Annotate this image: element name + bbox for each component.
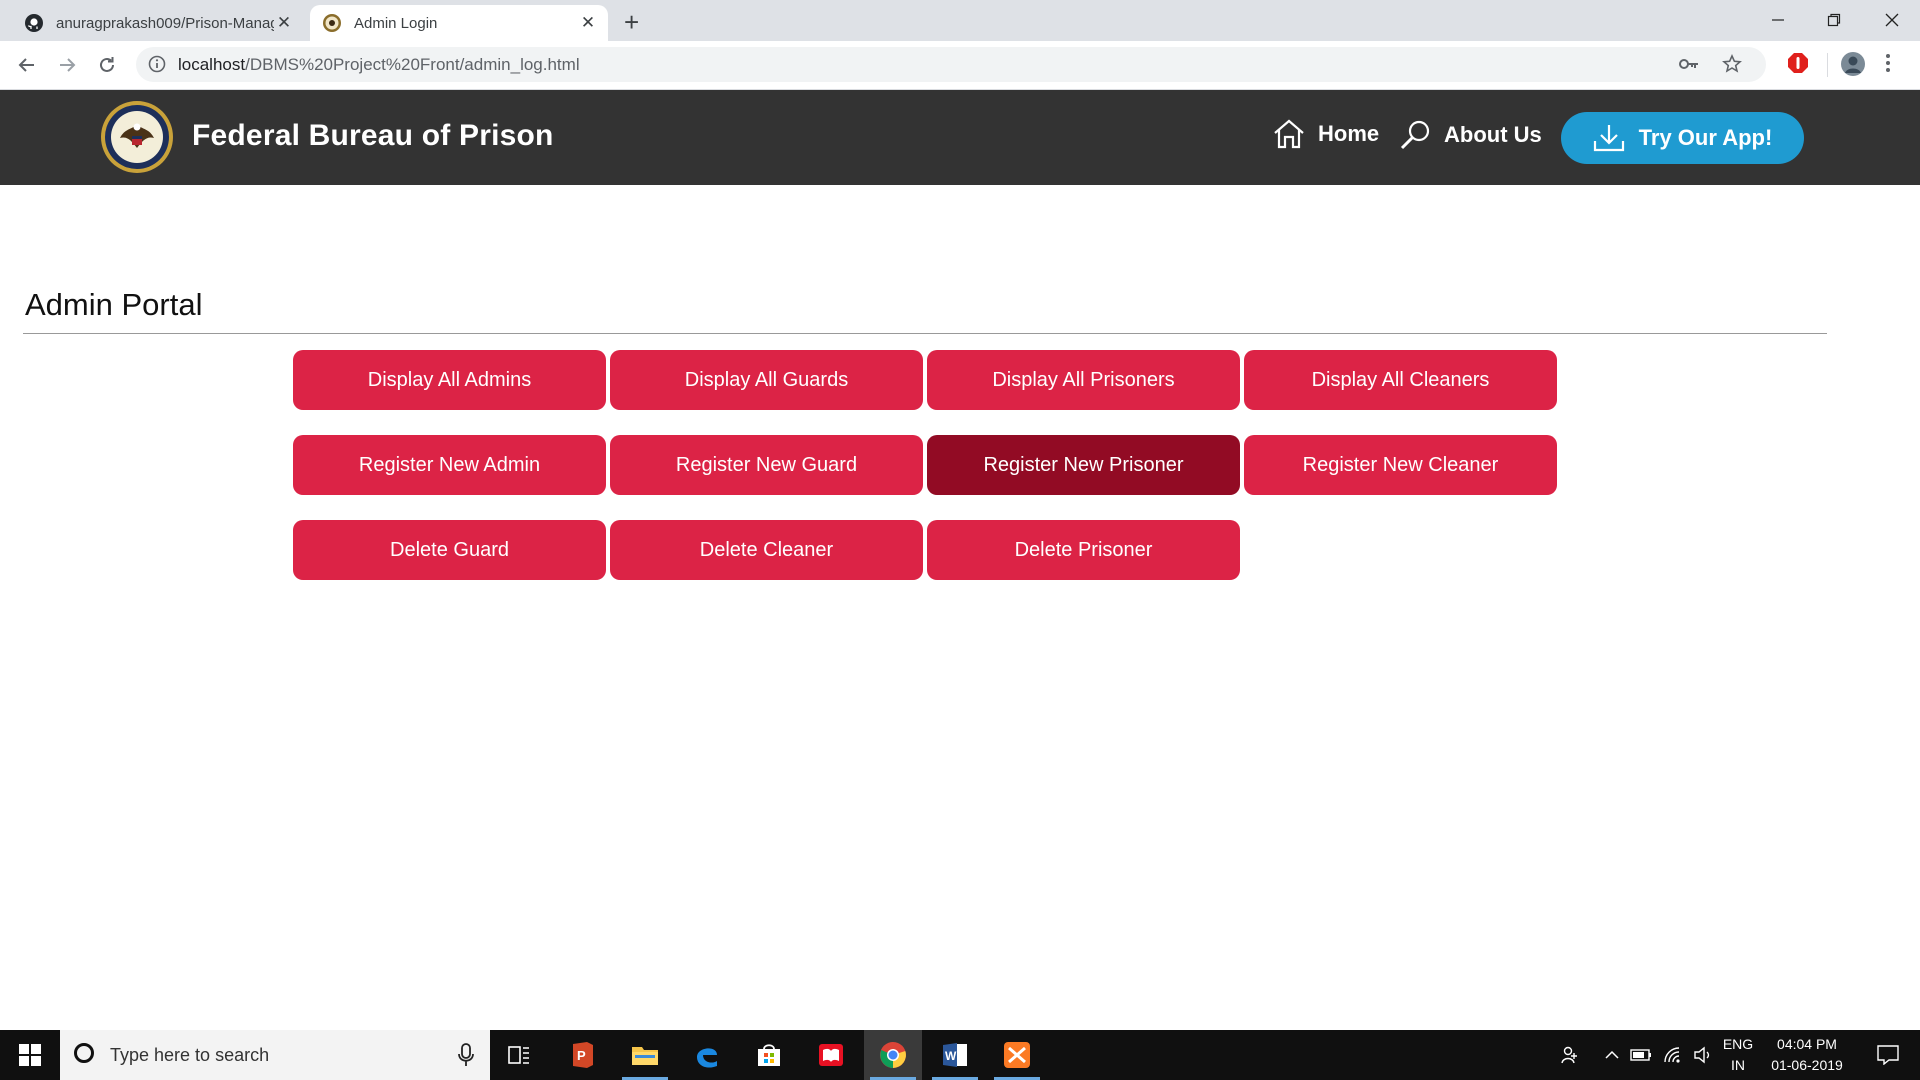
delete-guard-button[interactable]: Delete Guard (293, 520, 606, 580)
tab-title: Admin Login (354, 14, 438, 32)
page-title: Admin Portal (25, 287, 203, 322)
register-guard-button[interactable]: Register New Guard (610, 435, 923, 495)
register-admin-button[interactable]: Register New Admin (293, 435, 606, 495)
clock-time: 04:04 PM (1777, 1036, 1837, 1052)
seal-favicon-icon (323, 14, 341, 32)
display-admins-button[interactable]: Display All Admins (293, 350, 606, 410)
restore-icon[interactable] (1808, 2, 1860, 38)
battery-icon[interactable] (1626, 1030, 1656, 1080)
people-icon[interactable] (1552, 1030, 1588, 1080)
region-label: IN (1731, 1057, 1745, 1073)
file-explorer-icon[interactable] (616, 1030, 674, 1080)
language-label: ENG (1722, 1036, 1754, 1052)
close-tab-icon[interactable]: ✕ (274, 13, 294, 33)
task-view-icon[interactable] (490, 1030, 548, 1080)
word-app-icon[interactable]: W (926, 1030, 984, 1080)
store-app-icon[interactable] (740, 1030, 798, 1080)
chrome-app-icon[interactable] (864, 1030, 922, 1080)
search-placeholder: Type here to search (110, 1045, 270, 1065)
toolbar-divider (1827, 53, 1828, 77)
wifi-icon[interactable] (1658, 1030, 1688, 1080)
url-text: localhost/DBMS%20Project%20Front/admin_l… (178, 55, 580, 74)
title-divider (23, 333, 1827, 334)
minimize-icon[interactable] (1752, 2, 1804, 38)
adblock-extension-icon[interactable] (1786, 51, 1810, 75)
site-title: Federal Bureau of Prison (192, 119, 554, 152)
tab-admin-login[interactable]: Admin Login ✕ (310, 5, 608, 41)
close-window-icon[interactable] (1866, 2, 1918, 38)
xampp-app-icon[interactable] (988, 1030, 1046, 1080)
home-icon (1274, 119, 1304, 149)
info-icon[interactable] (148, 55, 166, 73)
display-cleaners-button[interactable]: Display All Cleaners (1244, 350, 1557, 410)
github-icon (25, 14, 43, 32)
site-header: Federal Bureau of Prison Home About Us T… (0, 90, 1920, 185)
try-our-app-button[interactable]: Try Our App! (1561, 112, 1804, 164)
close-tab-icon[interactable]: ✕ (578, 13, 598, 33)
try-our-app-label: Try Our App! (1638, 125, 1773, 150)
new-tab-icon[interactable]: + (624, 5, 639, 39)
nav-about-link[interactable]: About Us (1398, 118, 1542, 152)
register-cleaner-button[interactable]: Register New Cleaner (1244, 435, 1557, 495)
edge-browser-icon[interactable] (678, 1030, 736, 1080)
doj-seal-logo (101, 101, 173, 173)
back-arrow-icon[interactable] (12, 50, 42, 80)
forward-arrow-icon[interactable] (52, 50, 82, 80)
svg-text:P: P (577, 1048, 586, 1063)
notification-center-icon[interactable] (1866, 1030, 1910, 1080)
input-language-indicator[interactable]: ENG IN (1718, 1034, 1758, 1076)
magnifier-icon (1400, 120, 1430, 150)
display-prisoners-button[interactable]: Display All Prisoners (927, 350, 1240, 410)
taskbar-search-box[interactable]: Type here to search (60, 1030, 490, 1080)
display-guards-button[interactable]: Display All Guards (610, 350, 923, 410)
windows-start-button[interactable] (0, 1030, 60, 1080)
microphone-icon[interactable] (458, 1043, 474, 1067)
bookmark-star-icon[interactable] (1722, 54, 1742, 74)
tab-github[interactable]: anuragprakash009/Prison-Manag ✕ (12, 5, 304, 41)
clock-date: 01-06-2019 (1771, 1057, 1843, 1073)
nav-home-label: Home (1318, 121, 1380, 146)
tab-title: anuragprakash009/Prison-Manag (56, 14, 274, 32)
address-bar[interactable]: localhost/DBMS%20Project%20Front/admin_l… (136, 47, 1766, 82)
register-prisoner-button[interactable]: Register New Prisoner (927, 435, 1240, 495)
volume-icon[interactable] (1688, 1030, 1718, 1080)
chevron-up-icon[interactable] (1596, 1030, 1628, 1080)
powerpoint-app-icon[interactable]: P (554, 1030, 612, 1080)
cortana-icon (74, 1043, 94, 1063)
profile-avatar[interactable] (1840, 51, 1866, 77)
key-icon[interactable] (1678, 55, 1700, 73)
nav-home-link[interactable]: Home (1272, 118, 1379, 150)
browser-tab-strip: anuragprakash009/Prison-Manag ✕ Admin Lo… (0, 0, 1920, 41)
reader-app-icon[interactable] (802, 1030, 860, 1080)
download-icon (1593, 125, 1624, 152)
delete-prisoner-button[interactable]: Delete Prisoner (927, 520, 1240, 580)
svg-text:W: W (945, 1049, 957, 1063)
reload-icon[interactable] (92, 50, 122, 80)
browser-toolbar: localhost/DBMS%20Project%20Front/admin_l… (0, 41, 1920, 90)
taskbar-clock[interactable]: 04:04 PM 01-06-2019 (1762, 1034, 1852, 1076)
windows-logo-icon (19, 1044, 41, 1066)
windows-taskbar: Type here to search P W ENG IN 04:04 PM … (0, 1030, 1920, 1080)
more-menu-icon[interactable] (1884, 51, 1892, 75)
nav-about-label: About Us (1444, 122, 1542, 147)
delete-cleaner-button[interactable]: Delete Cleaner (610, 520, 923, 580)
